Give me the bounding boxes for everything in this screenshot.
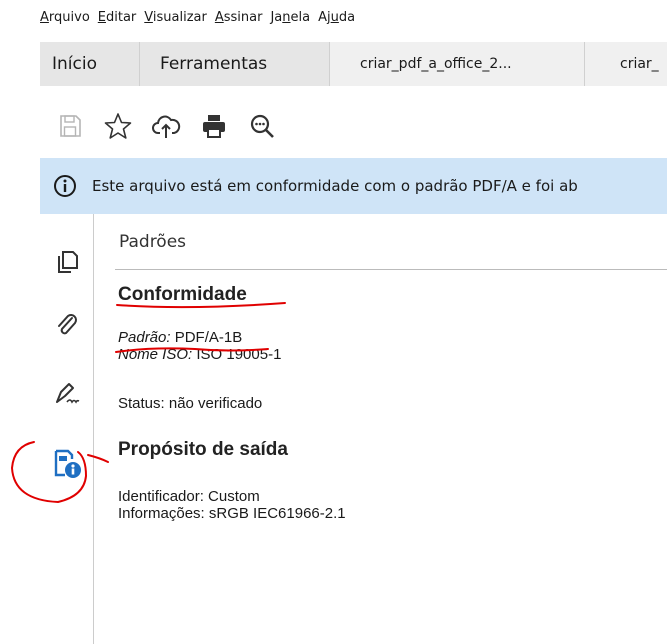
upload-cloud-icon bbox=[152, 115, 181, 138]
iso-value: ISO 19005-1 bbox=[192, 346, 282, 363]
menu-editar[interactable]: Editar bbox=[98, 10, 137, 25]
info-line: Informações: sRGB IEC61966-2.1 bbox=[118, 505, 346, 522]
print-button[interactable] bbox=[192, 104, 236, 148]
tab-tools[interactable]: Ferramentas bbox=[140, 42, 330, 86]
standard-line: Padrão: PDF/A-1B bbox=[118, 329, 242, 346]
attachment-icon bbox=[58, 314, 77, 335]
info-icon bbox=[50, 171, 80, 201]
standards-icon bbox=[54, 449, 81, 478]
info-bar-text: Este arquivo está em conformidade com o … bbox=[92, 177, 578, 195]
standard-value: PDF/A-1B bbox=[170, 329, 243, 346]
signatures-button[interactable] bbox=[50, 376, 84, 410]
attachments-button[interactable] bbox=[50, 308, 84, 342]
iso-line: Nome ISO: ISO 19005-1 bbox=[118, 346, 281, 363]
status-line: Status: não verificado bbox=[118, 395, 263, 412]
pdfa-info-bar: Este arquivo está em conformidade com o … bbox=[40, 158, 667, 214]
tab-tools-label: Ferramentas bbox=[160, 54, 268, 74]
zoom-icon bbox=[250, 114, 274, 138]
save-button[interactable] bbox=[48, 104, 92, 148]
standards-panel-button[interactable] bbox=[50, 446, 84, 480]
menu-ajuda[interactable]: Ajuda bbox=[318, 10, 355, 25]
panel-title: Padrões bbox=[119, 232, 187, 252]
menu-bar: Arquivo Editar Visualizar Assinar Janela… bbox=[0, 0, 667, 34]
bookmark-star-button[interactable] bbox=[96, 104, 140, 148]
output-intent-heading: Propósito de saída bbox=[118, 439, 288, 460]
standard-label: Padrão: bbox=[118, 329, 171, 346]
standards-panel: Padrões Conformidade Padrão: PDF/A-1B No… bbox=[95, 214, 667, 644]
star-icon bbox=[104, 113, 132, 139]
tab-document-2-label: criar_ bbox=[620, 56, 659, 72]
tab-home[interactable]: Início bbox=[40, 42, 140, 86]
conformance-heading: Conformidade bbox=[118, 284, 247, 305]
tab-bar: Início Ferramentas criar_pdf_a_office_2.… bbox=[40, 42, 667, 86]
tab-document-1[interactable]: criar_pdf_a_office_2... bbox=[330, 42, 585, 86]
zoom-button[interactable] bbox=[240, 104, 284, 148]
tab-home-label: Início bbox=[52, 54, 97, 74]
menu-arquivo[interactable]: Arquivo bbox=[40, 10, 90, 25]
upload-cloud-button[interactable] bbox=[144, 104, 188, 148]
identifier-line: Identificador: Custom bbox=[118, 488, 260, 505]
tab-document-1-label: criar_pdf_a_office_2... bbox=[360, 56, 512, 72]
menu-janela[interactable]: Janela bbox=[270, 10, 310, 25]
toolbar bbox=[40, 100, 667, 152]
panel-divider bbox=[115, 269, 667, 270]
page-thumbnails-button[interactable] bbox=[50, 244, 84, 278]
iso-label: Nome ISO: bbox=[118, 346, 193, 363]
signature-icon bbox=[56, 383, 80, 404]
menu-assinar[interactable]: Assinar bbox=[215, 10, 263, 25]
print-icon bbox=[203, 115, 225, 138]
pages-icon bbox=[58, 251, 78, 273]
menu-visualizar[interactable]: Visualizar bbox=[144, 10, 207, 25]
tab-document-2[interactable]: criar_ bbox=[585, 42, 667, 86]
save-icon bbox=[60, 115, 81, 137]
navigation-rail bbox=[40, 214, 94, 644]
